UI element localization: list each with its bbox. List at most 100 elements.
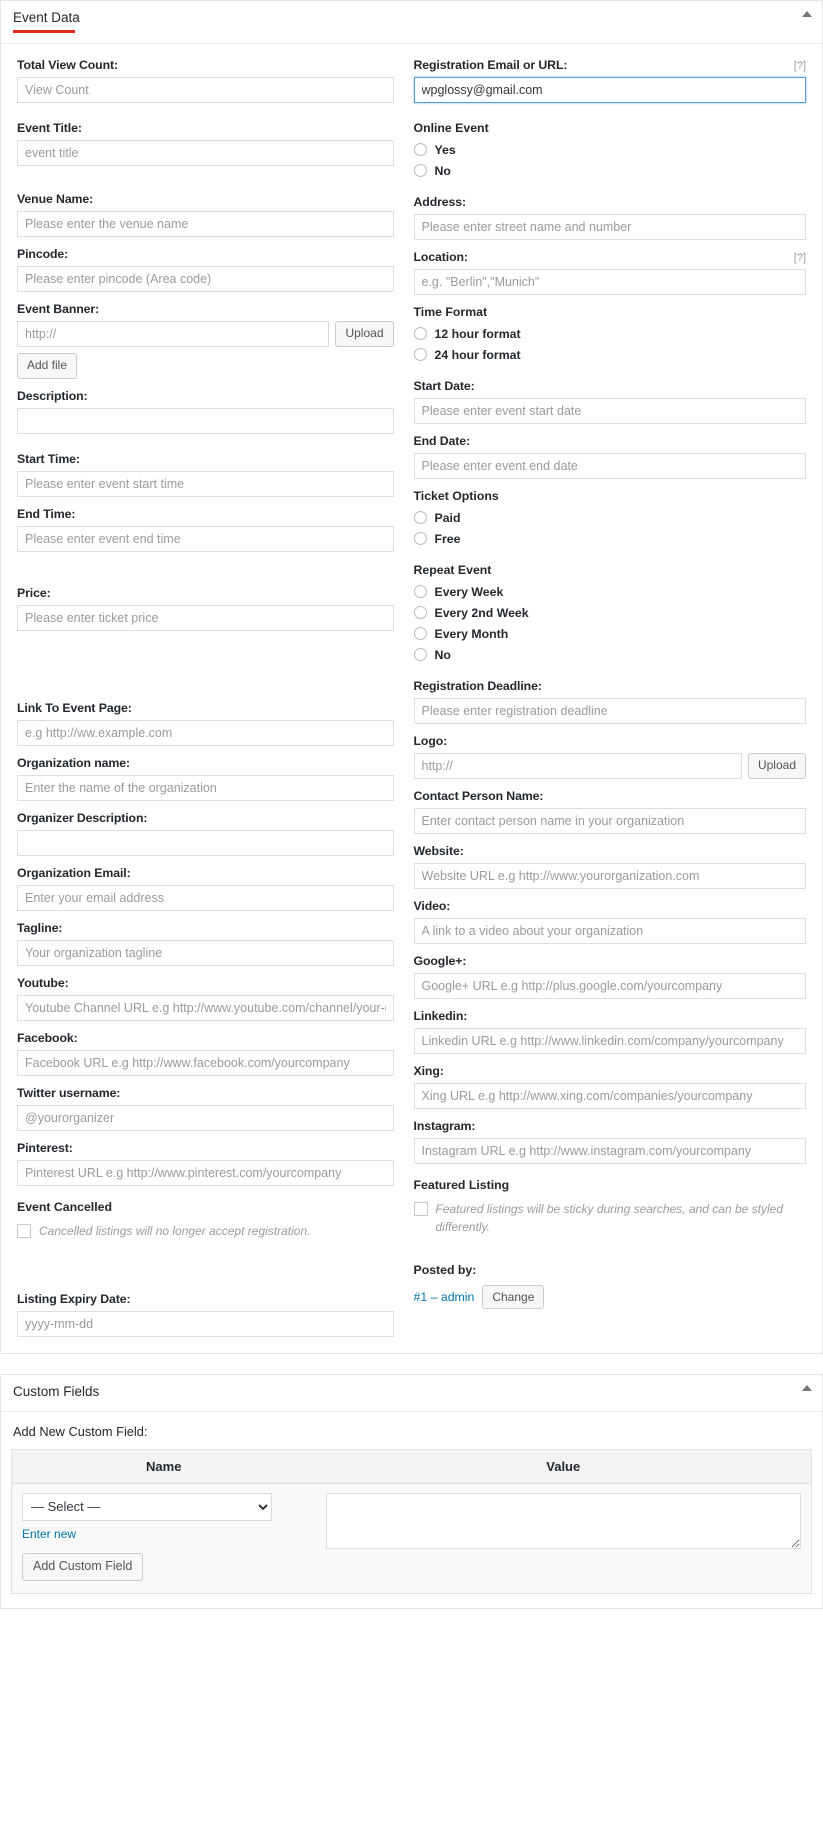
event-banner-add-file-button[interactable]: Add file [17, 352, 78, 379]
organization-email-input[interactable] [17, 884, 394, 911]
radio-icon[interactable] [413, 585, 427, 599]
organization-name-label: Organization name: [17, 755, 130, 770]
custom-field-value-textarea[interactable] [325, 1492, 801, 1549]
website-input[interactable] [413, 862, 806, 889]
description-label: Description: [17, 388, 88, 403]
venue-name-input[interactable] [17, 210, 394, 237]
end-time-input[interactable] [17, 525, 394, 552]
field-registration-deadline: Registration Deadline: [413, 679, 806, 724]
ticket-options-option-paid[interactable]: Paid [413, 510, 807, 525]
pinterest-input[interactable] [17, 1159, 394, 1186]
custom-field-name-cell: — Select — Enter new Add Custom Field [12, 1483, 316, 1593]
twitter-username-label: Twitter username: [17, 1085, 121, 1100]
repeat-event-option-every-month[interactable]: Every Month [413, 627, 807, 641]
instagram-input[interactable] [413, 1137, 806, 1164]
end-date-input[interactable] [413, 452, 806, 479]
posted-by-row: #1 – admin Change [414, 1284, 807, 1309]
ticket-options-option-paid-label: Paid [434, 510, 461, 525]
enter-new-link[interactable]: Enter new [22, 1527, 76, 1541]
total-view-count-input[interactable] [17, 76, 394, 103]
field-featured-listing: Featured Listing Featured listings will … [413, 1178, 807, 1237]
featured-listing-checkbox-row[interactable]: Featured listings will be sticky during … [413, 1200, 807, 1237]
youtube-label: Youtube: [17, 975, 69, 990]
radio-icon[interactable] [413, 627, 427, 641]
youtube-input[interactable] [17, 994, 394, 1021]
event-cancelled-label: Event Cancelled [17, 1199, 112, 1214]
logo-url-input[interactable] [413, 752, 742, 779]
radio-icon[interactable] [413, 348, 427, 362]
event-cancelled-checkbox[interactable] [17, 1223, 31, 1238]
linkedin-input[interactable] [413, 1027, 806, 1054]
posted-by-change-button[interactable]: Change [482, 1284, 545, 1309]
radio-icon[interactable] [413, 606, 427, 620]
google-plus-input[interactable] [413, 972, 806, 999]
logo-upload-button[interactable]: Upload [747, 752, 806, 779]
time-format-option-12h[interactable]: 12 hour format [413, 327, 807, 341]
pincode-input[interactable] [17, 265, 394, 292]
xing-input[interactable] [413, 1082, 806, 1109]
radio-icon[interactable] [413, 511, 427, 525]
address-input[interactable] [413, 213, 806, 240]
field-posted-by: Posted by: #1 – admin Change [414, 1263, 807, 1309]
table-row: — Select — Enter new Add Custom Field [12, 1483, 812, 1593]
contact-person-name-input[interactable] [413, 807, 806, 834]
link-to-event-page-input[interactable] [17, 719, 394, 746]
description-editor[interactable] [17, 407, 394, 434]
field-instagram: Instagram: [413, 1119, 806, 1164]
radio-icon[interactable] [413, 648, 427, 662]
facebook-input[interactable] [17, 1049, 394, 1076]
online-event-radio-group: Yes No [413, 142, 807, 178]
organization-name-input[interactable] [17, 774, 394, 801]
twitter-username-input[interactable] [17, 1104, 394, 1131]
price-input[interactable] [17, 604, 394, 631]
video-input[interactable] [413, 917, 806, 944]
featured-listing-checkbox[interactable] [413, 1201, 428, 1216]
registration-email-help-icon[interactable]: [?] [794, 60, 806, 72]
custom-fields-title: Custom Fields [13, 1384, 100, 1400]
start-date-input[interactable] [413, 397, 806, 424]
custom-fields-header[interactable]: Custom Fields [1, 1375, 822, 1412]
event-cancelled-checkbox-row[interactable]: Cancelled listings will no longer accept… [17, 1222, 394, 1241]
event-data-header[interactable]: Event Data [1, 1, 822, 44]
field-logo: Logo: Upload [413, 734, 806, 779]
organizer-description-editor[interactable] [17, 829, 394, 856]
posted-by-user-link[interactable]: #1 – admin [414, 1290, 475, 1304]
chevron-up-icon[interactable] [802, 1385, 812, 1392]
location-input[interactable] [413, 268, 806, 295]
field-ticket-options: Ticket Options Paid Free [413, 489, 807, 546]
field-listing-expiry-date: Listing Expiry Date: [17, 1292, 394, 1338]
tagline-input[interactable] [17, 939, 394, 966]
listing-expiry-date-input[interactable] [17, 1311, 394, 1338]
radio-icon[interactable] [413, 327, 427, 341]
radio-icon[interactable] [413, 164, 427, 178]
chevron-up-icon[interactable] [802, 11, 812, 17]
online-event-option-yes[interactable]: Yes [413, 142, 807, 157]
add-new-custom-field-label: Add New Custom Field: [13, 1423, 148, 1439]
radio-icon[interactable] [413, 143, 427, 157]
registration-email-or-url-input[interactable] [413, 76, 806, 103]
ticket-options-option-free[interactable]: Free [413, 531, 807, 546]
location-help-icon[interactable]: [?] [794, 252, 806, 264]
radio-icon[interactable] [413, 532, 427, 546]
end-date-label: End Date: [413, 433, 471, 448]
ticket-options-option-free-label: Free [434, 531, 461, 546]
ticket-options-radio-group: Paid Free [413, 510, 807, 546]
repeat-event-option-no[interactable]: No [413, 648, 807, 662]
add-custom-field-button[interactable]: Add Custom Field [22, 1552, 144, 1581]
tagline-label: Tagline: [17, 920, 63, 935]
event-title-input[interactable] [17, 139, 394, 166]
event-banner-url-input[interactable] [17, 320, 330, 347]
online-event-option-no[interactable]: No [413, 164, 807, 178]
online-event-option-yes-label: Yes [434, 142, 456, 157]
end-time-label: End Time: [17, 506, 76, 521]
field-video: Video: [413, 899, 806, 944]
custom-field-name-select[interactable]: — Select — [22, 1492, 272, 1521]
event-banner-upload-button[interactable]: Upload [335, 320, 394, 347]
repeat-event-option-every-week[interactable]: Every Week [413, 585, 807, 599]
registration-deadline-input[interactable] [413, 697, 806, 724]
organization-email-label: Organization Email: [17, 865, 131, 880]
start-time-input[interactable] [17, 470, 394, 497]
repeat-event-option-every-2nd-week[interactable]: Every 2nd Week [413, 606, 807, 620]
field-address: Address: [413, 195, 806, 240]
time-format-option-24h[interactable]: 24 hour format [413, 348, 807, 362]
